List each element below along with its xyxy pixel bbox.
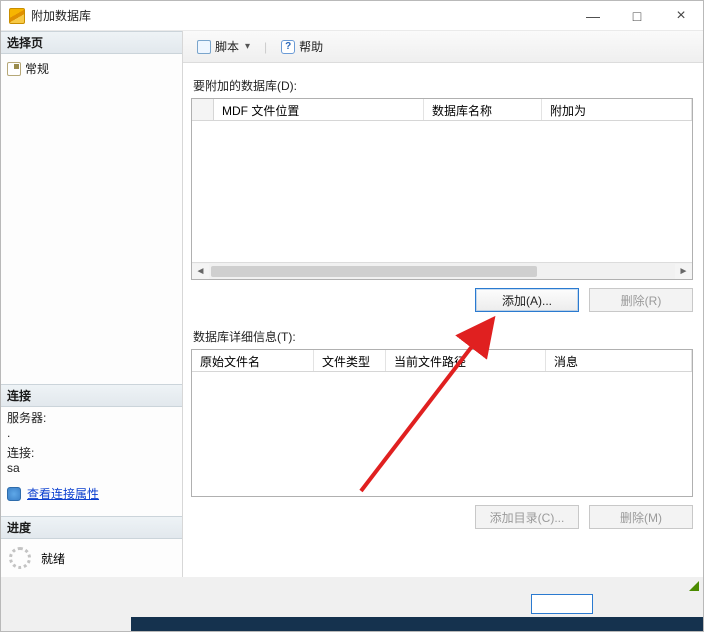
server-label: 服务器: (7, 409, 176, 426)
server-value: . (7, 426, 176, 440)
help-button[interactable]: 帮助 (275, 36, 329, 57)
attach-databases-label: 要附加的数据库(D): (193, 77, 693, 94)
grid-rowheader (192, 99, 214, 120)
scroll-track[interactable] (209, 264, 675, 279)
col-attach-as[interactable]: 附加为 (542, 99, 692, 120)
grid-viewport[interactable] (192, 121, 692, 262)
close-button[interactable]: × (659, 2, 703, 30)
connection-properties-icon (7, 487, 21, 501)
grid-header: MDF 文件位置 数据库名称 附加为 (192, 99, 692, 121)
right-pane: 脚本 ▾ | 帮助 要附加的数据库(D): MDF 文件位置 数据库名称 附加为 (183, 31, 703, 577)
connection-header: 连接 (1, 384, 182, 407)
toolbar: 脚本 ▾ | 帮助 (183, 31, 703, 63)
database-details-grid[interactable]: 原始文件名 文件类型 当前文件路径 消息 (191, 349, 693, 497)
col-file-type[interactable]: 文件类型 (314, 350, 386, 371)
help-label: 帮助 (299, 38, 323, 55)
databases-to-attach-grid[interactable]: MDF 文件位置 数据库名称 附加为 ◄ ► (191, 98, 693, 280)
progress-header: 进度 (1, 516, 182, 539)
attach-database-dialog: 附加数据库 — □ × 选择页 常规 连接 服务器: . 连接: (0, 0, 704, 632)
window-controls: — □ × (571, 2, 703, 30)
database-details-label: 数据库详细信息(T): (193, 328, 693, 345)
titlebar: 附加数据库 — □ × (1, 1, 703, 31)
scroll-thumb[interactable] (211, 266, 537, 277)
col-current-path[interactable]: 当前文件路径 (386, 350, 546, 371)
script-icon (197, 40, 211, 54)
page-item-label: 常规 (25, 60, 49, 77)
minimize-button[interactable]: — (571, 2, 615, 30)
col-original-filename[interactable]: 原始文件名 (192, 350, 314, 371)
page-icon (7, 62, 21, 76)
select-page-panel: 常规 (1, 54, 182, 83)
footer-focus-box[interactable] (531, 594, 593, 614)
left-pane: 选择页 常规 连接 服务器: . 连接: sa 查看连接属性 (1, 31, 183, 577)
spinner-icon (9, 547, 31, 569)
link-label: 查看连接属性 (27, 485, 99, 502)
script-dropdown-button[interactable]: 脚本 ▾ (191, 36, 256, 57)
window-title: 附加数据库 (31, 7, 571, 24)
help-icon (281, 40, 295, 54)
view-connection-properties-link[interactable]: 查看连接属性 (1, 483, 182, 504)
dialog-body: 选择页 常规 连接 服务器: . 连接: sa 查看连接属性 (1, 31, 703, 577)
resize-grip-icon[interactable] (689, 581, 699, 591)
select-page-header: 选择页 (1, 31, 182, 54)
bottom-button-row: 添加目录(C)... 删除(M) (191, 505, 693, 529)
add-catalog-button: 添加目录(C)... (475, 505, 579, 529)
progress-status: 就绪 (41, 550, 65, 567)
remove-detail-button: 删除(M) (589, 505, 693, 529)
script-label: 脚本 (215, 38, 239, 55)
database-icon (9, 8, 25, 24)
top-button-row: 添加(A)... 删除(R) (191, 288, 693, 312)
grid-hscrollbar[interactable]: ◄ ► (192, 262, 692, 279)
scroll-right-icon[interactable]: ► (675, 264, 692, 279)
connection-row: 连接: sa (1, 442, 182, 477)
server-row: 服务器: . (1, 407, 182, 442)
chevron-down-icon: ▾ (245, 41, 250, 52)
scroll-left-icon[interactable]: ◄ (192, 264, 209, 279)
bottom-dark-strip (131, 617, 703, 631)
maximize-button[interactable]: □ (615, 2, 659, 30)
main-content: 要附加的数据库(D): MDF 文件位置 数据库名称 附加为 ◄ (183, 63, 703, 577)
connection-value: sa (7, 461, 176, 475)
connection-label: 连接: (7, 444, 176, 461)
progress-row: 就绪 (1, 539, 182, 577)
page-item-general[interactable]: 常规 (7, 58, 176, 79)
col-db-name[interactable]: 数据库名称 (424, 99, 542, 120)
add-button[interactable]: 添加(A)... (475, 288, 579, 312)
grid-header: 原始文件名 文件类型 当前文件路径 消息 (192, 350, 692, 372)
col-message[interactable]: 消息 (546, 350, 692, 371)
col-mdf-location[interactable]: MDF 文件位置 (214, 99, 424, 120)
remove-button: 删除(R) (589, 288, 693, 312)
